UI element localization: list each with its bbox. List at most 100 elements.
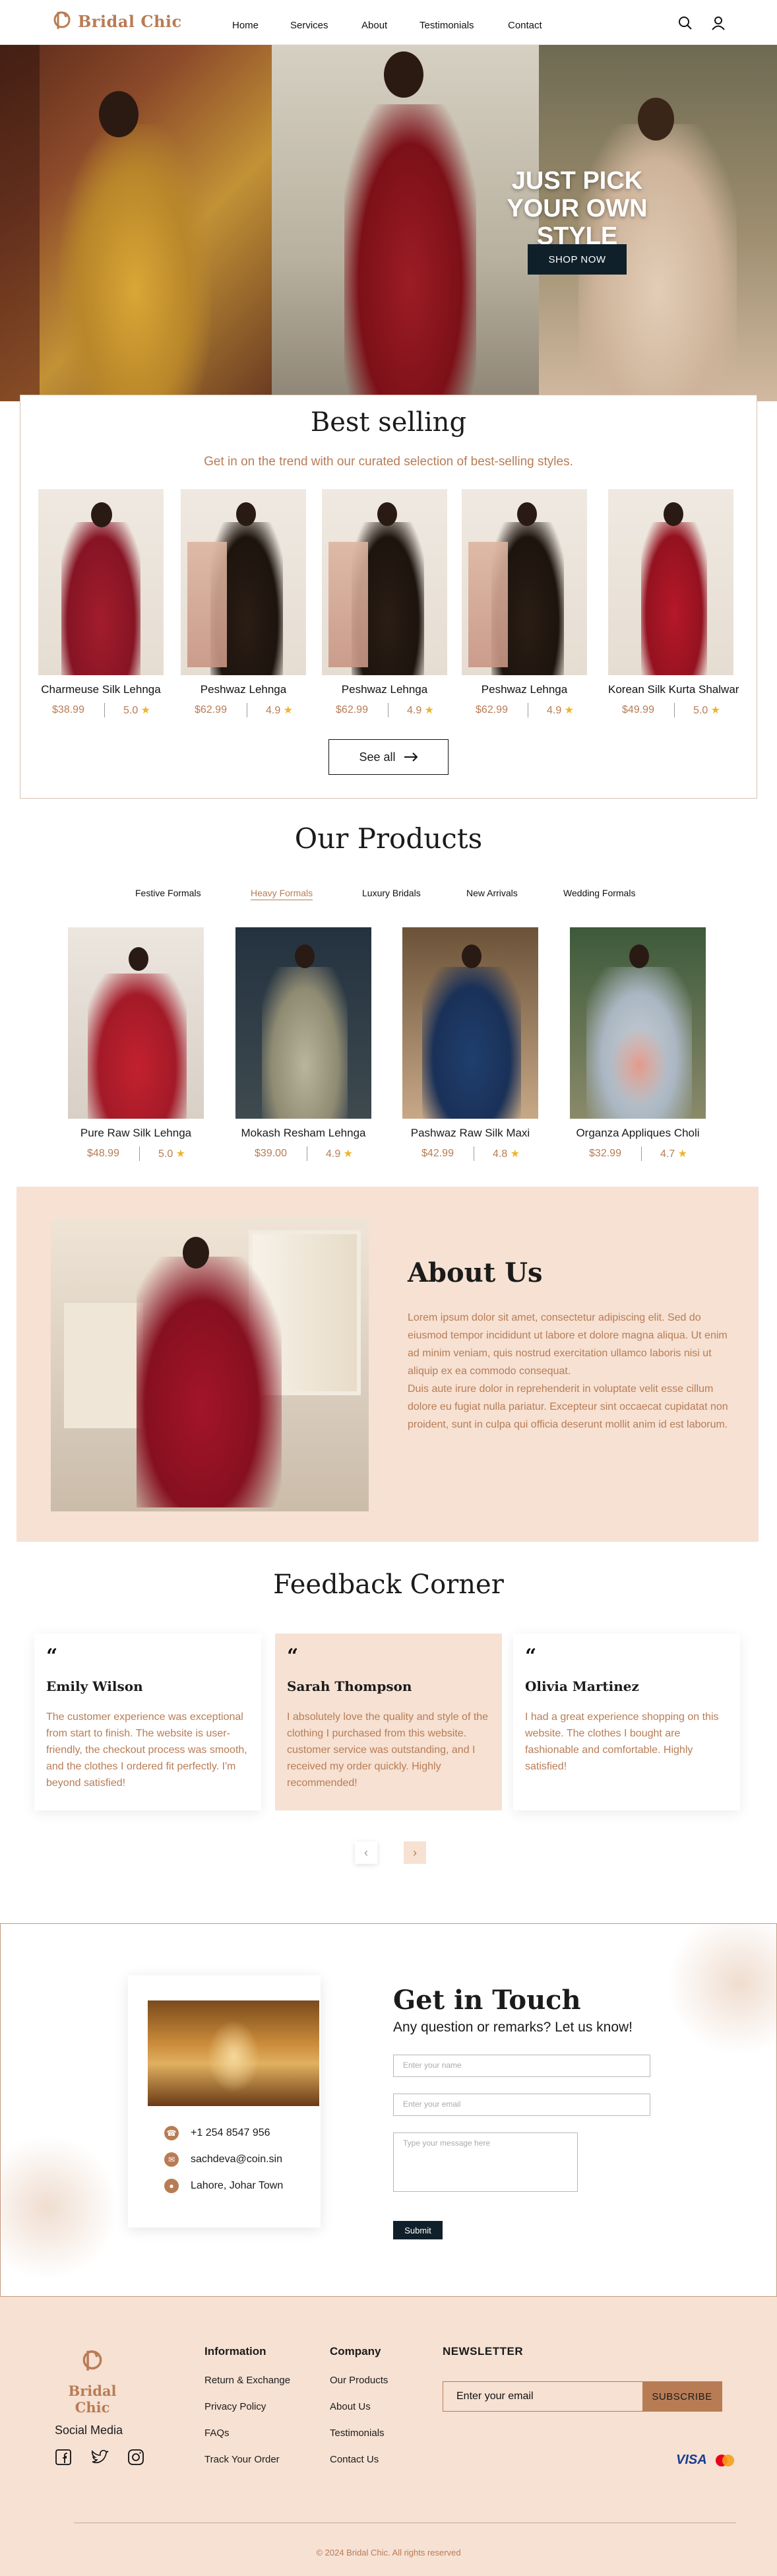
product-card[interactable]: Peshwaz Lehnga $62.99 4.9 ★ [181, 489, 306, 717]
product-image[interactable] [570, 927, 706, 1119]
product-rating: 4.9 ★ [546, 705, 575, 716]
get-in-touch-subtitle: Any question or remarks? Let us know! [393, 2020, 633, 2035]
logo[interactable]: Bridal Chic [51, 8, 182, 34]
product-price: $49.99 [622, 704, 654, 715]
user-icon[interactable] [711, 16, 726, 30]
tab-heavy-formals[interactable]: Heavy Formals [251, 888, 313, 900]
see-all-button[interactable]: See all [328, 739, 449, 775]
product-card[interactable]: Organza Appliques Choli $32.99 4.7 ★ [570, 927, 706, 1161]
contact-address: Lahore, Johar Town [191, 2180, 284, 2191]
about-image [51, 1217, 369, 1511]
nav-testimonials[interactable]: Testimonials [420, 20, 474, 31]
footer-link[interactable]: FAQs [204, 2420, 290, 2447]
best-selling-title: Best selling [310, 407, 467, 438]
social-title: Social Media [55, 2424, 123, 2437]
product-name: Organza Appliques Choli [576, 1127, 700, 1139]
product-card[interactable]: Peshwaz Lehnga $62.99 4.9 ★ [462, 489, 587, 717]
tab-new-arrivals[interactable]: New Arrivals [466, 888, 518, 898]
arrow-right-icon [404, 752, 418, 762]
star-icon: ★ [710, 705, 721, 716]
tab-luxury-bridals[interactable]: Luxury Bridals [362, 888, 421, 898]
product-image[interactable] [322, 489, 447, 675]
newsletter-email-input[interactable]: Enter your email [443, 2382, 642, 2411]
product-price: $62.99 [476, 704, 508, 715]
product-card[interactable]: Pashwaz Raw Silk Maxi $42.99 4.8 ★ [402, 927, 538, 1161]
instagram-icon[interactable] [127, 2449, 144, 2466]
footer-link[interactable]: About Us [330, 2394, 388, 2420]
tab-wedding-formals[interactable]: Wedding Formals [563, 888, 635, 898]
tab-festive-formals[interactable]: Festive Formals [135, 888, 201, 898]
star-icon: ★ [510, 1148, 520, 1160]
product-image[interactable] [235, 927, 371, 1119]
newsletter-form: Enter your email SUBSCRIBE [443, 2381, 722, 2412]
quote-icon: “ [287, 1645, 299, 1668]
quote-icon: “ [525, 1645, 537, 1668]
contact-email[interactable]: sachdeva@coin.sin [191, 2154, 282, 2165]
nav-home[interactable]: Home [232, 20, 259, 31]
product-price: $39.00 [255, 1148, 287, 1159]
shop-now-button[interactable]: SHOP NOW [528, 244, 627, 275]
product-price: $42.99 [421, 1148, 454, 1159]
email-input[interactable]: Enter your email [393, 2094, 650, 2116]
mail-icon: ✉ [164, 2152, 179, 2167]
review-text: I had a great experience shopping on thi… [525, 1711, 719, 1772]
product-image[interactable] [402, 927, 538, 1119]
product-name: Charmeuse Silk Lehnga [41, 683, 161, 696]
message-textarea[interactable]: Type your message here [393, 2132, 578, 2192]
hero-title: JUST PICK YOUR OWN STYLE [507, 167, 648, 250]
star-icon: ★ [564, 705, 575, 716]
feedback-title: Feedback Corner [273, 1569, 504, 1600]
logo-icon [53, 11, 71, 29]
footer-link[interactable]: Our Products [330, 2367, 388, 2394]
footer-link[interactable]: Track Your Order [204, 2447, 290, 2473]
subscribe-button[interactable]: SUBSCRIBE [642, 2382, 722, 2411]
product-card[interactable]: Charmeuse Silk Lehnga $38.99 5.0 ★ [38, 489, 164, 717]
product-name: Korean Silk Kurta Shalwar [608, 683, 739, 696]
star-icon: ★ [343, 1148, 354, 1160]
facebook-icon[interactable] [55, 2449, 72, 2466]
twitter-icon[interactable] [90, 2449, 109, 2466]
reviewer-name: Sarah Thompson [287, 1678, 412, 1694]
name-input[interactable]: Enter your name [393, 2055, 650, 2077]
footer-link[interactable]: Contact Us [330, 2447, 388, 2473]
product-image[interactable] [462, 489, 587, 675]
star-icon: ★ [677, 1148, 688, 1160]
newsletter-title: NEWSLETTER [443, 2345, 524, 2358]
submit-button[interactable]: Submit [393, 2221, 443, 2239]
product-image[interactable] [608, 489, 733, 675]
star-icon: ★ [175, 1148, 186, 1160]
product-rating: 4.9 ★ [406, 705, 435, 716]
nav-contact[interactable]: Contact [508, 20, 542, 31]
feedback-card: “ Emily Wilson The customer experience w… [34, 1634, 261, 1810]
product-card[interactable]: Mokash Resham Lehnga $39.00 4.9 ★ [235, 927, 371, 1161]
product-image[interactable] [181, 489, 306, 675]
footer-link[interactable]: Return & Exchange [204, 2367, 290, 2394]
phone-icon: ☎ [164, 2126, 179, 2140]
company-links: Our Products About Us Testimonials Conta… [330, 2367, 388, 2473]
product-image[interactable] [68, 927, 204, 1119]
product-card[interactable]: Peshwaz Lehnga $62.99 4.9 ★ [322, 489, 447, 717]
payment-methods: VISA [676, 2453, 736, 2468]
our-products-title: Our Products [294, 822, 483, 855]
search-icon[interactable] [678, 16, 693, 30]
product-image[interactable] [38, 489, 164, 675]
contact-phone[interactable]: +1 254 8547 956 [191, 2127, 270, 2139]
footer: Bridal Chic Social Media Information Ret… [0, 2297, 777, 2576]
see-all-label: See all [359, 750, 396, 764]
information-title: Information [204, 2345, 266, 2358]
social-links [55, 2449, 144, 2466]
product-card[interactable]: Korean Silk Kurta Shalwar $49.99 5.0 ★ [608, 489, 739, 717]
product-price: $48.99 [87, 1148, 119, 1159]
product-name: Peshwaz Lehnga [341, 683, 428, 696]
contact-card: ☎ +1 254 8547 956 ✉ sachdeva@coin.sin ● … [128, 1975, 321, 2228]
next-button[interactable]: › [404, 1841, 426, 1864]
feedback-pager: ‹ › [355, 1841, 426, 1864]
prev-button[interactable]: ‹ [355, 1841, 377, 1864]
nav-services[interactable]: Services [290, 20, 328, 31]
footer-link[interactable]: Testimonials [330, 2420, 388, 2447]
nav-about[interactable]: About [361, 20, 387, 31]
product-name: Pashwaz Raw Silk Maxi [410, 1127, 530, 1139]
footer-logo[interactable]: Bridal Chic [53, 2346, 132, 2416]
footer-link[interactable]: Privacy Policy [204, 2394, 290, 2420]
product-card[interactable]: Pure Raw Silk Lehnga $48.99 5.0 ★ [68, 927, 204, 1161]
